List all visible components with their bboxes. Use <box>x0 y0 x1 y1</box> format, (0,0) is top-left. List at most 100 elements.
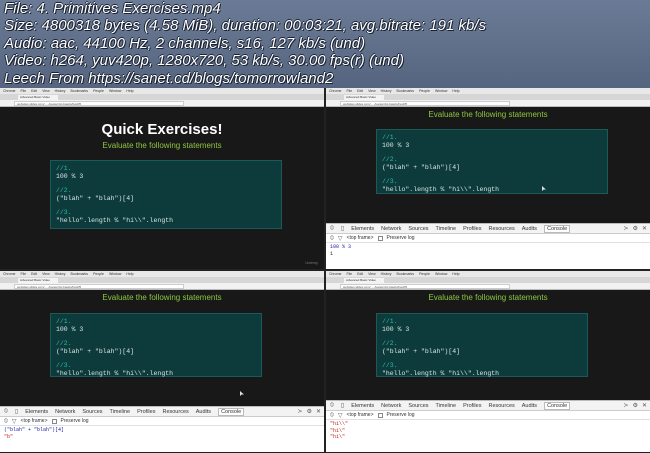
menu-file[interactable]: File <box>346 272 352 276</box>
tab-network[interactable]: Network <box>381 403 401 409</box>
tab-audits[interactable]: Audits <box>522 226 537 232</box>
menu-view[interactable]: View <box>42 272 50 276</box>
tab-network[interactable]: Network <box>55 409 75 415</box>
menu-file[interactable]: File <box>346 89 352 93</box>
gear-icon[interactable]: ⚙ <box>307 408 312 415</box>
close-icon[interactable]: ✕ <box>642 402 647 409</box>
menu-people[interactable]: People <box>93 89 104 93</box>
menu-help[interactable]: Help <box>452 89 459 93</box>
tab-sources[interactable]: Sources <box>408 226 428 232</box>
filter-icon[interactable]: ▽ <box>338 235 343 242</box>
menu-help[interactable]: Help <box>126 89 133 93</box>
frame-select[interactable]: <top frame> <box>347 235 374 241</box>
tab-timeline[interactable]: Timeline <box>436 403 457 409</box>
url-field[interactable]: websites.slides.com/...../javascript-bas… <box>340 284 510 289</box>
menu-edit[interactable]: Edit <box>31 272 37 276</box>
tab-profiles[interactable]: Profiles <box>463 226 481 232</box>
menu-bookmarks[interactable]: Bookmarks <box>397 89 415 93</box>
video-frame-3[interactable]: Chrome File Edit View History Bookmarks … <box>0 271 324 452</box>
preserve-log-checkbox[interactable] <box>377 412 383 418</box>
url-field[interactable]: websites.slides.com/...../javascript-bas… <box>14 284 184 289</box>
menu-window[interactable]: Window <box>435 89 447 93</box>
gear-icon[interactable]: ⚙ <box>633 225 638 232</box>
slide-subtitle: Evaluate the following statements <box>428 110 548 119</box>
menu-edit[interactable]: Edit <box>357 89 363 93</box>
menu-edit[interactable]: Edit <box>357 272 363 276</box>
menu-file[interactable]: File <box>20 272 26 276</box>
drawer-icon[interactable]: ≻ <box>298 408 303 415</box>
menu-edit[interactable]: Edit <box>31 89 37 93</box>
tab-resources[interactable]: Resources <box>488 403 514 409</box>
tab-elements[interactable]: Elements <box>351 403 374 409</box>
tab-network[interactable]: Network <box>381 226 401 232</box>
filter-icon[interactable]: ▽ <box>338 412 343 419</box>
console-output[interactable]: "hi\\" "hi\" "hi\" <box>326 420 650 442</box>
menu-history[interactable]: History <box>55 89 66 93</box>
tab-audits[interactable]: Audits <box>196 409 211 415</box>
tab-console[interactable]: Console <box>544 401 571 410</box>
tab-resources[interactable]: Resources <box>488 226 514 232</box>
menu-chrome[interactable]: Chrome <box>3 89 15 93</box>
menu-help[interactable]: Help <box>126 272 133 276</box>
inspect-icon[interactable]: ⦸ <box>330 225 334 232</box>
preserve-log-checkbox[interactable] <box>51 418 57 424</box>
drawer-icon[interactable]: ≻ <box>624 225 629 232</box>
preserve-log-checkbox[interactable] <box>377 235 383 241</box>
menu-bookmarks[interactable]: Bookmarks <box>397 272 415 276</box>
tab-elements[interactable]: Elements <box>351 226 374 232</box>
tab-sources[interactable]: Sources <box>82 409 102 415</box>
inspect-icon[interactable]: ⦸ <box>4 408 8 415</box>
close-icon[interactable]: ✕ <box>642 225 647 232</box>
menu-people[interactable]: People <box>419 89 430 93</box>
menu-view[interactable]: View <box>368 272 376 276</box>
frame-select[interactable]: <top frame> <box>347 412 374 418</box>
device-icon[interactable]: ▯ <box>15 408 18 415</box>
menu-people[interactable]: People <box>419 272 430 276</box>
clear-console-icon[interactable]: ⦸ <box>330 412 334 419</box>
tab-timeline[interactable]: Timeline <box>110 409 131 415</box>
menu-window[interactable]: Window <box>435 272 447 276</box>
devtools-panel: ⦸ ▯ Elements Network Sources Timeline Pr… <box>0 406 324 452</box>
drawer-icon[interactable]: ≻ <box>624 402 629 409</box>
tab-profiles[interactable]: Profiles <box>137 409 155 415</box>
filter-icon[interactable]: ▽ <box>12 418 17 425</box>
tab-console[interactable]: Console <box>218 407 245 416</box>
url-field[interactable]: websites.slides.com/...../javascript-bas… <box>14 101 184 106</box>
menu-history[interactable]: History <box>381 272 392 276</box>
menu-window[interactable]: Window <box>109 272 121 276</box>
video-frame-4[interactable]: Chrome File Edit View History Bookmarks … <box>326 271 650 452</box>
tab-profiles[interactable]: Profiles <box>463 403 481 409</box>
menu-window[interactable]: Window <box>109 89 121 93</box>
menu-bookmarks[interactable]: Bookmarks <box>71 272 89 276</box>
menu-chrome[interactable]: Chrome <box>329 89 341 93</box>
inspect-icon[interactable]: ⦸ <box>330 402 334 409</box>
menu-bookmarks[interactable]: Bookmarks <box>71 89 89 93</box>
tab-elements[interactable]: Elements <box>25 409 48 415</box>
video-frame-2[interactable]: Chrome File Edit View History Bookmarks … <box>326 88 650 269</box>
tab-timeline[interactable]: Timeline <box>436 226 457 232</box>
clear-console-icon[interactable]: ⦸ <box>330 235 334 242</box>
menu-help[interactable]: Help <box>452 272 459 276</box>
tab-audits[interactable]: Audits <box>522 403 537 409</box>
device-icon[interactable]: ▯ <box>341 225 344 232</box>
tab-sources[interactable]: Sources <box>408 403 428 409</box>
menu-history[interactable]: History <box>381 89 392 93</box>
menu-chrome[interactable]: Chrome <box>3 272 15 276</box>
tab-resources[interactable]: Resources <box>162 409 188 415</box>
frame-select[interactable]: <top frame> <box>21 418 48 424</box>
device-icon[interactable]: ▯ <box>341 402 344 409</box>
menu-people[interactable]: People <box>93 272 104 276</box>
close-icon[interactable]: ✕ <box>316 408 321 415</box>
tab-console[interactable]: Console <box>544 224 571 233</box>
video-frame-1[interactable]: Chrome File Edit View History Bookmarks … <box>0 88 324 269</box>
gear-icon[interactable]: ⚙ <box>633 402 638 409</box>
menu-view[interactable]: View <box>42 89 50 93</box>
menu-chrome[interactable]: Chrome <box>329 272 341 276</box>
menu-history[interactable]: History <box>55 272 66 276</box>
console-output[interactable]: 100 % 3 1 <box>326 243 650 258</box>
menu-view[interactable]: View <box>368 89 376 93</box>
console-output[interactable]: ("blah" + "blah")[4] "b" <box>0 426 324 441</box>
url-field[interactable]: websites.slides.com/...../javascript-bas… <box>340 101 510 106</box>
menu-file[interactable]: File <box>20 89 26 93</box>
clear-console-icon[interactable]: ⦸ <box>4 418 8 425</box>
